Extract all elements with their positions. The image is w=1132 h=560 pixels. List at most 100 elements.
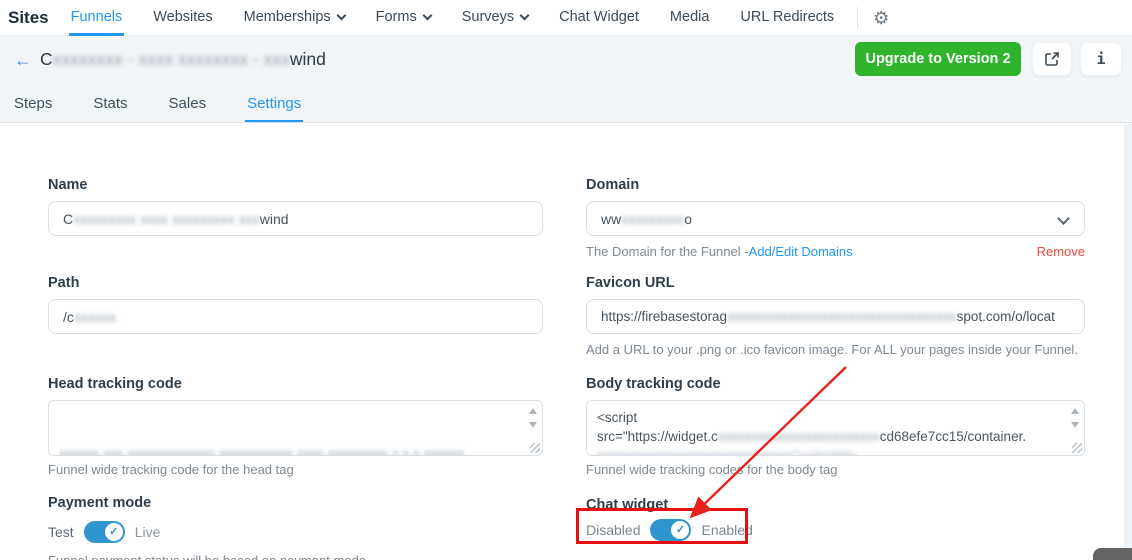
chevron-down-icon (336, 10, 347, 21)
back-arrow-icon[interactable]: ← (14, 50, 32, 71)
field-group-payment-mode: Payment mode Test ✓ Live Funnel payment … (48, 495, 543, 560)
visible-text: src="https://widget.c (597, 429, 718, 444)
brand-sites[interactable]: Sites (8, 8, 49, 28)
visible-text: o (684, 210, 693, 227)
page-title: Cxxxxxxxx - xxxx xxxxxxxx - xxxwind (40, 49, 326, 70)
field-group-head-code: Head tracking code xxxxxx xxx xxxxxxxxxx… (48, 376, 543, 477)
chat-widget-toggle[interactable]: ✓ (650, 519, 692, 541)
name-input[interactable]: Cxxxxxxxxx xxxx xxxxxxxxx xxx wind (48, 201, 543, 236)
redacted-text: xxxxxx xxx xxxxxxxxxxxxx xxxxxxxxxxx xxx… (59, 446, 465, 456)
page-edge (1124, 124, 1132, 560)
code-line: src="https://widget.cxxxxxxxxxxxxxxxxxxx… (597, 427, 1060, 446)
visible-text: C (40, 49, 53, 69)
payment-toggle-row: Test ✓ Live (48, 519, 543, 545)
page-header: ← Cxxxxxxxx - xxxx xxxxxxxx - xxxwind Up… (0, 36, 1132, 123)
nav-items: Funnels Websites Memberships Forms Surve… (69, 0, 864, 36)
scroll-up-icon[interactable] (529, 408, 537, 414)
body-code-content: <script src="https://widget.cxxxxxxxxxxx… (587, 401, 1084, 456)
payment-mode-toggle[interactable]: ✓ (83, 521, 125, 543)
check-icon: ✓ (109, 525, 119, 538)
chat-disabled-label: Disabled (586, 522, 641, 538)
head-code-label: Head tracking code (48, 376, 182, 392)
tab-stats[interactable]: Stats (91, 88, 129, 122)
info-icon: i (1096, 50, 1106, 68)
remove-domain-link[interactable]: Remove (1037, 244, 1085, 259)
nav-item-surveys[interactable]: Surveys (460, 0, 530, 36)
check-icon: ✓ (675, 523, 686, 536)
favicon-label: Favicon URL (586, 275, 675, 291)
nav-item-label: Forms (375, 9, 417, 25)
upgrade-version-button[interactable]: Upgrade to Version 2 (855, 42, 1021, 76)
nav-item-memberships[interactable]: Memberships (242, 0, 347, 36)
nav-item-label: Chat Widget (559, 9, 639, 25)
tab-sales[interactable]: Sales (167, 88, 209, 122)
chat-toggle-row: Disabled ✓ Enabled (586, 517, 1085, 543)
payment-live-label: Live (134, 524, 161, 540)
funnel-tabs: Steps Stats Sales Settings (12, 88, 303, 122)
payment-mode-label: Payment mode (48, 495, 152, 511)
body-code-helper: Funnel wide tracking codes for the body … (586, 462, 838, 477)
tab-steps[interactable]: Steps (12, 88, 54, 122)
head-code-textarea[interactable]: xxxxxx xxx xxxxxxxxxxxxx xxxxxxxxxxx xxx… (48, 400, 543, 456)
domain-select[interactable]: wwxxxxxxxxxo (586, 201, 1085, 236)
payment-helper: Funnel payment status will be based on p… (48, 553, 543, 560)
head-code-clipped-line: xxxxxx xxx xxxxxxxxxxxxx xxxxxxxxxxx xxx… (59, 446, 518, 456)
nav-item-label: Memberships (243, 9, 331, 25)
field-group-body-code: Body tracking code <script src="https://… (586, 376, 1085, 477)
top-navigation: Sites Funnels Websites Memberships Forms… (0, 0, 1132, 36)
nav-item-websites[interactable]: Websites (151, 0, 214, 36)
field-group-domain: Domain wwxxxxxxxxxo The Domain for the F… (586, 177, 1085, 259)
head-code-helper: Funnel wide tracking code for the head t… (48, 462, 294, 477)
chevron-down-icon (1057, 212, 1070, 225)
name-label: Name (48, 177, 88, 193)
corner-widget[interactable] (1093, 548, 1132, 560)
nav-item-label: Surveys (461, 9, 515, 25)
toggle-knob: ✓ (104, 523, 123, 541)
nav-item-funnels[interactable]: Funnels (69, 0, 125, 36)
visible-text: <script (597, 410, 638, 425)
nav-item-label: URL Redirects (740, 9, 835, 25)
visible-text: C (63, 210, 74, 227)
chevron-down-icon (519, 10, 530, 21)
chevron-down-icon (422, 10, 433, 21)
visible-text: https://firebasestorag (601, 309, 728, 324)
resize-handle-icon[interactable] (1072, 443, 1082, 453)
chat-widget-label: Chat widget (586, 497, 669, 513)
gear-icon[interactable]: ⚙ (873, 0, 889, 36)
nav-item-label: Funnels (70, 9, 123, 25)
body-code-textarea[interactable]: <script src="https://widget.cxxxxxxxxxxx… (586, 400, 1085, 456)
scroll-up-icon[interactable] (1071, 408, 1079, 414)
domain-helper: The Domain for the Funnel -Add/Edit Doma… (586, 244, 1085, 259)
add-edit-domains-link[interactable]: Add/Edit Domains (749, 244, 853, 259)
redacted-text: xxxxxxxxxxxxxxxxxxxxxxxxxxxxx"></script> (597, 448, 858, 456)
redacted-text: xxxxxxxxx (621, 210, 685, 227)
scroll-down-icon[interactable] (529, 422, 537, 428)
nav-item-url-redirects[interactable]: URL Redirects (738, 0, 836, 36)
redacted-text: xxxxxxxxxxxxxxxxxxxxxxxxxxxxxxxxxx (727, 309, 957, 324)
scroll-down-icon[interactable] (1071, 422, 1079, 428)
resize-handle-icon[interactable] (530, 443, 540, 453)
visible-text: ww (601, 210, 622, 227)
nav-item-label: Media (669, 9, 710, 25)
path-label: Path (48, 275, 80, 291)
field-group-chat-widget: Chat widget Disabled ✓ Enabled (586, 497, 1085, 543)
favicon-helper: Add a URL to your .png or .ico favicon i… (586, 342, 1078, 357)
nav-item-forms[interactable]: Forms (374, 0, 433, 36)
info-button[interactable]: i (1080, 42, 1122, 76)
helper-text: The Domain for the Funnel - (586, 244, 749, 259)
field-group-path: Path /c xxxxxx (48, 275, 543, 334)
payment-test-label: Test (48, 524, 74, 540)
chat-enabled-label: Enabled (701, 522, 753, 538)
visible-text: /c (63, 308, 74, 325)
favicon-input[interactable]: https://firebasestorag xxxxxxxxxxxxxxxxxx… (586, 299, 1085, 334)
domain-value: wwxxxxxxxxxo (601, 211, 692, 227)
code-line: <script (597, 408, 1060, 427)
redacted-text: xxxxxxxx - xxxx xxxxxxxx - xxx (52, 49, 290, 69)
redacted-text: xxxxxxxxx xxxx xxxxxxxxx xxx (73, 210, 260, 227)
path-input[interactable]: /c xxxxxx (48, 299, 543, 334)
nav-item-media[interactable]: Media (668, 0, 712, 36)
nav-item-chat-widget[interactable]: Chat Widget (557, 0, 641, 36)
open-external-button[interactable] (1032, 42, 1072, 76)
visible-text: spot.com/o/locat (956, 309, 1055, 324)
tab-settings[interactable]: Settings (245, 88, 303, 122)
